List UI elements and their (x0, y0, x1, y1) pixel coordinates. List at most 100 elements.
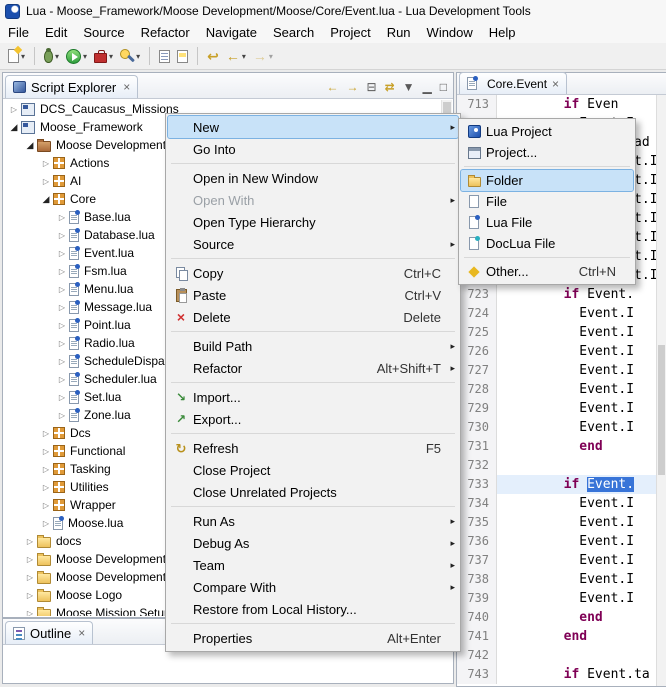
tree-collapsed-arrow-icon[interactable]: ▷ (23, 537, 37, 546)
tree-collapsed-arrow-icon[interactable]: ▷ (55, 285, 69, 294)
tree-collapsed-arrow-icon[interactable]: ▷ (23, 555, 37, 564)
editor-scrollbar[interactable] (656, 95, 666, 686)
code-line[interactable]: 723 if Event. (457, 285, 656, 304)
code-line[interactable]: 725 Event.I (457, 323, 656, 342)
code-line[interactable]: 732 (457, 456, 656, 475)
editor-tab-core-event[interactable]: Core.Event × (459, 72, 567, 94)
open-element-button[interactable] (156, 45, 173, 67)
context-menu-item-source[interactable]: Source▸ (168, 233, 458, 255)
tree-collapsed-arrow-icon[interactable]: ▷ (55, 375, 69, 384)
code-line[interactable]: 736 Event.I (457, 532, 656, 551)
context-menu-item-paste[interactable]: PasteCtrl+V (168, 284, 458, 306)
menubar-file[interactable]: File (0, 23, 37, 42)
collapse-all-icon[interactable]: ⊟ (367, 81, 377, 93)
menubar-help[interactable]: Help (481, 23, 524, 42)
tree-collapsed-arrow-icon[interactable]: ▷ (55, 303, 69, 312)
menubar-project[interactable]: Project (322, 23, 378, 42)
menubar-search[interactable]: Search (265, 23, 322, 42)
context-menu-item-refactor[interactable]: RefactorAlt+Shift+T▸ (168, 357, 458, 379)
new-wizard-button[interactable]: ▾ (5, 45, 28, 67)
tree-collapsed-arrow-icon[interactable]: ▷ (55, 339, 69, 348)
context-menu-item-team[interactable]: Team▸ (168, 554, 458, 576)
code-line[interactable]: 737 Event.I (457, 551, 656, 570)
code-line[interactable]: 726 Event.I (457, 342, 656, 361)
code-line[interactable]: 731 end (457, 437, 656, 456)
tree-expanded-arrow-icon[interactable]: ◢ (39, 194, 53, 205)
menubar-navigate[interactable]: Navigate (198, 23, 265, 42)
code-line[interactable]: 724 Event.I (457, 304, 656, 323)
tree-expanded-arrow-icon[interactable]: ◢ (7, 122, 21, 133)
context-menu-item-close-unrelated-projects[interactable]: Close Unrelated Projects (168, 481, 458, 503)
code-line[interactable]: 730 Event.I (457, 418, 656, 437)
forward-icon[interactable]: → (347, 81, 359, 93)
tree-collapsed-arrow-icon[interactable]: ▷ (55, 357, 69, 366)
menubar-window[interactable]: Window (419, 23, 481, 42)
script-explorer-tab[interactable]: Script Explorer × (5, 75, 138, 98)
menubar-run[interactable]: Run (379, 23, 419, 42)
submenu-item-lua-project[interactable]: Lua Project (461, 121, 633, 142)
context-menu-item-restore-from-local-history[interactable]: Restore from Local History... (168, 598, 458, 620)
context-menu-item-refresh[interactable]: RefreshF5 (168, 437, 458, 459)
scrollbar-thumb[interactable] (658, 345, 665, 475)
context-menu-item-import[interactable]: Import... (168, 386, 458, 408)
context-menu-item-properties[interactable]: PropertiesAlt+Enter (168, 627, 458, 649)
tree-collapsed-arrow-icon[interactable]: ▷ (39, 483, 53, 492)
tree-collapsed-arrow-icon[interactable]: ▷ (39, 465, 53, 474)
context-menu-item-build-path[interactable]: Build Path▸ (168, 335, 458, 357)
context-menu-item-open-with[interactable]: Open With▸ (168, 189, 458, 211)
context-menu-item-export[interactable]: Export... (168, 408, 458, 430)
tree-collapsed-arrow-icon[interactable]: ▷ (39, 501, 53, 510)
tree-collapsed-arrow-icon[interactable]: ▷ (55, 393, 69, 402)
back-icon[interactable]: ← (327, 81, 339, 93)
external-tools-button[interactable]: ▾ (91, 45, 116, 67)
tree-collapsed-arrow-icon[interactable]: ▷ (55, 213, 69, 222)
code-line[interactable]: 741 end (457, 627, 656, 646)
tree-collapsed-arrow-icon[interactable]: ▷ (39, 159, 53, 168)
code-line[interactable]: 729 Event.I (457, 399, 656, 418)
context-menu-item-debug-as[interactable]: Debug As▸ (168, 532, 458, 554)
context-menu-item-run-as[interactable]: Run As▸ (168, 510, 458, 532)
context-menu-item-open-type-hierarchy[interactable]: Open Type Hierarchy (168, 211, 458, 233)
tree-collapsed-arrow-icon[interactable]: ▷ (23, 609, 37, 617)
menubar-source[interactable]: Source (75, 23, 132, 42)
tree-collapsed-arrow-icon[interactable]: ▷ (55, 321, 69, 330)
submenu-item-lua-file[interactable]: Lua File (461, 212, 633, 233)
tree-expanded-arrow-icon[interactable]: ◢ (23, 140, 37, 151)
tree-collapsed-arrow-icon[interactable]: ▷ (23, 573, 37, 582)
context-menu-item-delete[interactable]: DeleteDelete (168, 306, 458, 328)
code-line[interactable]: 735 Event.I (457, 513, 656, 532)
forward-button[interactable]: →▾ (250, 45, 276, 67)
close-icon[interactable]: × (123, 80, 130, 94)
tree-collapsed-arrow-icon[interactable]: ▷ (23, 591, 37, 600)
context-menu-item-new[interactable]: New▸ (168, 116, 458, 138)
code-line[interactable]: 739 Event.I (457, 589, 656, 608)
submenu-item-file[interactable]: File (461, 191, 633, 212)
run-button[interactable]: ▾ (63, 45, 90, 67)
outline-tab[interactable]: Outline × (5, 621, 93, 644)
context-menu-item-copy[interactable]: CopyCtrl+C (168, 262, 458, 284)
tree-collapsed-arrow-icon[interactable]: ▷ (55, 411, 69, 420)
code-line[interactable]: 742 (457, 646, 656, 665)
context-menu-item-open-in-new-window[interactable]: Open in New Window (168, 167, 458, 189)
minimize-icon[interactable]: ▁ (423, 81, 432, 93)
menubar-edit[interactable]: Edit (37, 23, 75, 42)
context-menu-item-close-project[interactable]: Close Project (168, 459, 458, 481)
context-menu-item-compare-with[interactable]: Compare With▸ (168, 576, 458, 598)
tree-collapsed-arrow-icon[interactable]: ▷ (39, 177, 53, 186)
submenu-item-doclua-file[interactable]: DocLua File (461, 233, 633, 254)
link-with-editor-icon[interactable]: ⇄ (385, 81, 395, 93)
code-line[interactable]: 713 if Even (457, 95, 656, 114)
submenu-item-other[interactable]: Other...Ctrl+N (461, 261, 633, 282)
menubar-refactor[interactable]: Refactor (133, 23, 198, 42)
submenu-item-project[interactable]: Project... (461, 142, 633, 163)
context-menu-item-go-into[interactable]: Go Into (168, 138, 458, 160)
tree-collapsed-arrow-icon[interactable]: ▷ (55, 267, 69, 276)
tree-collapsed-arrow-icon[interactable]: ▷ (55, 231, 69, 240)
search-button[interactable]: ▾ (117, 45, 143, 67)
tree-collapsed-arrow-icon[interactable]: ▷ (7, 105, 21, 114)
submenu-item-folder[interactable]: Folder (461, 170, 633, 191)
tree-collapsed-arrow-icon[interactable]: ▷ (55, 249, 69, 258)
maximize-icon[interactable]: □ (440, 81, 447, 93)
code-line[interactable]: 733 if Event. (457, 475, 656, 494)
code-line[interactable]: 738 Event.I (457, 570, 656, 589)
